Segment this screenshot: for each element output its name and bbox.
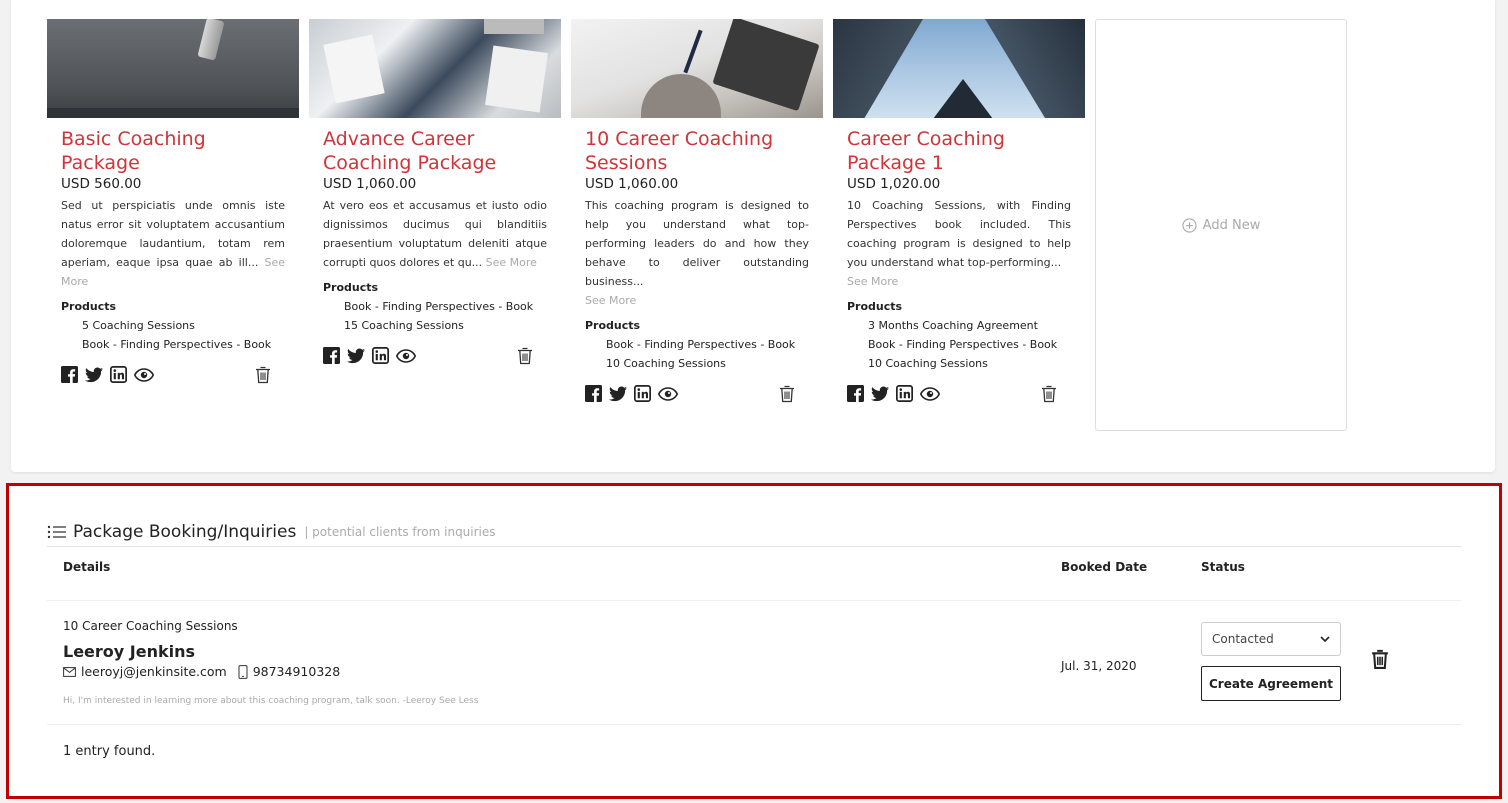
trash-icon[interactable] <box>517 347 533 365</box>
facebook-icon[interactable] <box>61 366 78 383</box>
twitter-icon[interactable] <box>609 386 627 402</box>
eye-icon[interactable] <box>396 348 416 363</box>
twitter-icon[interactable] <box>871 386 889 402</box>
products-heading: Products <box>585 319 641 332</box>
products-heading: Products <box>61 300 117 313</box>
row-divider <box>47 724 1461 725</box>
package-title[interactable]: Basic Coaching Package <box>61 127 285 175</box>
column-header-booked-date: Booked Date <box>1061 560 1148 574</box>
card-actions <box>585 385 809 407</box>
package-description: Sed ut perspiciatis unde omnis iste natu… <box>61 199 286 288</box>
package-card: 10 Career Coaching Sessions USD 1,060.00… <box>571 19 823 407</box>
package-description: This coaching program is designed to hel… <box>585 199 809 307</box>
chevron-down-icon <box>1320 635 1330 642</box>
package-title[interactable]: Advance Career Coaching Package <box>323 127 547 175</box>
plus-circle-icon <box>1182 217 1197 233</box>
package-card: Career Coaching Package 1 USD 1,020.00 1… <box>833 19 1085 407</box>
row-divider <box>47 600 1461 601</box>
products-list: Book - Finding Perspectives - Book 10 Co… <box>585 335 809 373</box>
eye-icon[interactable] <box>920 386 940 401</box>
booking-panel: Package Booking/Inquiries | potential cl… <box>6 483 1502 799</box>
package-price: USD 1,060.00 <box>323 176 417 192</box>
package-price: USD 560.00 <box>61 176 142 192</box>
products-heading: Products <box>847 300 903 313</box>
eye-icon[interactable] <box>658 386 678 401</box>
package-title[interactable]: Career Coaching Package 1 <box>847 127 1071 175</box>
card-actions <box>323 347 547 369</box>
products-heading: Products <box>323 281 379 294</box>
twitter-icon[interactable] <box>347 348 365 364</box>
product-item: Book - Finding Perspectives - Book <box>868 338 1058 351</box>
client-phone[interactable]: 98734910328 <box>253 664 340 679</box>
products-list: Book - Finding Perspectives - Book 15 Co… <box>323 297 547 335</box>
column-header-details: Details <box>63 560 111 574</box>
eye-icon[interactable] <box>134 367 154 382</box>
package-price: USD 1,060.00 <box>585 176 679 192</box>
package-image <box>47 19 299 118</box>
product-item: Book - Finding Perspectives - Book <box>606 338 796 351</box>
linkedin-icon[interactable] <box>634 385 651 402</box>
section-subtitle: | potential clients from inquiries <box>304 524 496 539</box>
trash-icon[interactable] <box>1371 649 1389 670</box>
client-contact: leeroyj@jenkinsite.com 98734910328 <box>63 664 340 679</box>
entry-count: 1 entry found. <box>63 744 156 759</box>
add-new-package-button[interactable]: Add New <box>1095 19 1347 431</box>
status-value: Contacted <box>1212 632 1274 646</box>
products-list: 5 Coaching Sessions Book - Finding Persp… <box>61 316 285 354</box>
facebook-icon[interactable] <box>323 347 340 364</box>
trash-icon[interactable] <box>1041 385 1057 403</box>
mail-icon <box>63 666 76 677</box>
twitter-icon[interactable] <box>85 367 103 383</box>
packages-panel: Basic Coaching Package USD 560.00 Sed ut… <box>11 0 1495 472</box>
product-item: Book - Finding Perspectives - Book <box>344 300 534 313</box>
linkedin-icon[interactable] <box>372 347 389 364</box>
facebook-icon[interactable] <box>585 385 602 402</box>
product-item: 10 Coaching Sessions <box>868 357 988 370</box>
package-price: USD 1,020.00 <box>847 176 941 192</box>
client-message: Hi, I'm interested in learning more abou… <box>63 696 479 706</box>
phone-icon <box>238 664 248 679</box>
package-description: At vero eos et accusamus et iusto odio d… <box>323 199 547 269</box>
trash-icon[interactable] <box>255 366 271 384</box>
linkedin-icon[interactable] <box>110 366 127 383</box>
see-more-link[interactable]: See More <box>585 294 636 307</box>
package-image <box>309 19 561 118</box>
column-header-status: Status <box>1201 560 1245 574</box>
package-card: Advance Career Coaching Package USD 1,06… <box>309 19 561 369</box>
booking-package-name[interactable]: 10 Career Coaching Sessions <box>63 619 238 633</box>
list-icon <box>47 525 66 538</box>
add-new-label: Add New <box>1202 217 1261 233</box>
see-less-link[interactable]: See Less <box>439 696 478 706</box>
package-description: 10 Coaching Sessions, with Finding Persp… <box>847 199 1071 288</box>
product-item: 5 Coaching Sessions <box>82 319 195 332</box>
card-actions <box>847 385 1071 407</box>
create-agreement-button[interactable]: Create Agreement <box>1201 666 1341 701</box>
trash-icon[interactable] <box>779 385 795 403</box>
client-email[interactable]: leeroyj@jenkinsite.com <box>81 664 227 679</box>
section-title: Package Booking/Inquiries <box>73 521 297 542</box>
product-item: 10 Coaching Sessions <box>606 357 726 370</box>
product-item: 3 Months Coaching Agreement <box>868 319 1038 332</box>
products-list: 3 Months Coaching Agreement Book - Findi… <box>847 316 1071 373</box>
linkedin-icon[interactable] <box>896 385 913 402</box>
see-more-link[interactable]: See More <box>847 275 898 288</box>
package-title[interactable]: 10 Career Coaching Sessions <box>585 127 809 175</box>
product-item: 15 Coaching Sessions <box>344 319 464 332</box>
section-header: Package Booking/Inquiries | potential cl… <box>47 517 1461 547</box>
see-more-link[interactable]: See More <box>486 256 537 269</box>
package-image <box>571 19 823 118</box>
product-item: Book - Finding Perspectives - Book <box>82 338 272 351</box>
package-image <box>833 19 1085 118</box>
card-actions <box>61 366 285 388</box>
booked-date: Jul. 31, 2020 <box>1061 659 1137 673</box>
client-name: Leeroy Jenkins <box>63 642 196 661</box>
status-select[interactable]: Contacted <box>1201 622 1341 656</box>
package-card: Basic Coaching Package USD 560.00 Sed ut… <box>47 19 299 388</box>
facebook-icon[interactable] <box>847 385 864 402</box>
